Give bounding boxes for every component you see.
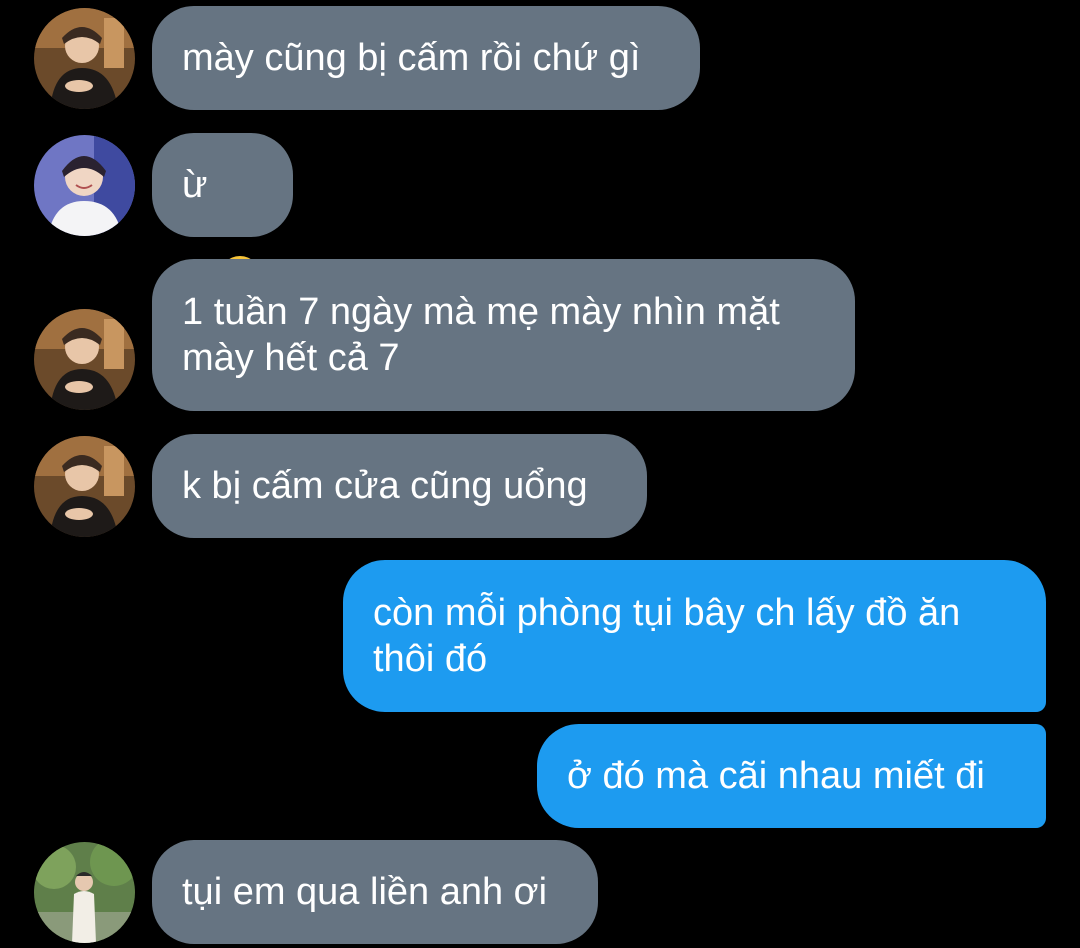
message-bubble-incoming[interactable]: k bị cấm cửa cũng uổng xyxy=(152,434,647,538)
avatar[interactable] xyxy=(34,135,135,236)
avatar[interactable] xyxy=(34,309,135,410)
sneezing-face-emoji xyxy=(217,162,263,298)
message-text: mày cũng bị cấm rồi chứ gì xyxy=(182,37,641,79)
message-text: ở đó mà cãi nhau miết đi xyxy=(567,755,985,797)
avatar-photo-outdoor xyxy=(34,842,135,943)
avatar-photo-warm xyxy=(34,309,135,410)
avatar-photo-warm xyxy=(34,8,135,109)
avatar[interactable] xyxy=(34,842,135,943)
message-bubble-incoming[interactable]: 1 tuần 7 ngày mà mẹ mày nhìn mặt mày hết… xyxy=(152,259,855,411)
message-bubble-incoming[interactable]: ừ xyxy=(152,133,293,298)
message-bubble-incoming[interactable]: mày cũng bị cấm rồi chứ gì xyxy=(152,6,700,110)
message-text: còn mỗi phòng tụi bây ch lấy đồ ăn thôi … xyxy=(373,592,961,680)
message-bubble-incoming[interactable]: tụi em qua liền anh ơi xyxy=(152,840,598,944)
avatar[interactable] xyxy=(34,436,135,537)
message-text: tụi em qua liền anh ơi xyxy=(182,871,548,913)
avatar-photo-cool xyxy=(34,135,135,236)
message-text: 1 tuần 7 ngày mà mẹ mày nhìn mặt mày hết… xyxy=(182,291,780,379)
avatar-photo-warm xyxy=(34,436,135,537)
message-bubble-outgoing[interactable]: ở đó mà cãi nhau miết đi xyxy=(537,724,1046,828)
chat-thread: mày cũng bị cấm rồi chứ gì ừ 1 tuần 7 ng… xyxy=(0,0,1080,948)
avatar[interactable] xyxy=(34,8,135,109)
message-bubble-outgoing[interactable]: còn mỗi phòng tụi bây ch lấy đồ ăn thôi … xyxy=(343,560,1046,712)
message-text: ừ xyxy=(182,164,208,206)
message-text: k bị cấm cửa cũng uổng xyxy=(182,465,588,507)
